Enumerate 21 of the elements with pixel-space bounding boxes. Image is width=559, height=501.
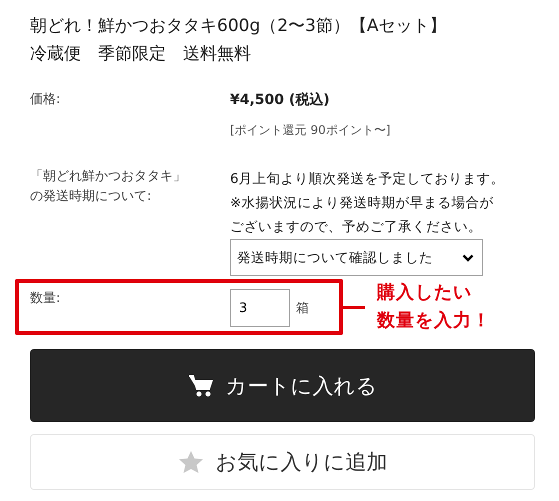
add-to-cart-button[interactable]: カートに入れる <box>30 349 535 422</box>
product-title: 冷蔵便 季節限定 送料無料 <box>30 43 252 66</box>
points-text: [ポイント還元 90ポイント〜] <box>230 122 392 139</box>
shipping-label: の発送時期について: <box>30 189 152 204</box>
price-value: ¥4,500 (税込) <box>230 91 331 110</box>
callout-text: 購入したい <box>377 282 472 303</box>
shipping-select[interactable]: 発送時期について確認しました <box>230 239 483 276</box>
callout-text: 数量を入力！ <box>377 310 491 331</box>
chevron-down-icon <box>462 254 474 262</box>
shipping-note: ※水揚状況により発送時期が早まる場合が <box>230 195 494 211</box>
unit-label: 箱 <box>296 300 309 317</box>
product-title: 朝どれ！鮮かつおタタキ600g（2〜3節）【Aセット】 <box>30 15 448 38</box>
star-icon <box>178 450 204 474</box>
quantity-label: 数量: <box>30 291 60 306</box>
shipping-note: 6月上旬より順次発送を予定しております。 <box>230 171 505 187</box>
price-label: 価格: <box>30 92 60 107</box>
shipping-note: ございますので、予めご了承ください。 <box>230 219 482 235</box>
shipping-label: 「朝どれ鮮かつおタタキ」 <box>30 169 186 184</box>
cart-icon <box>188 374 214 398</box>
favorite-button[interactable]: お気に入りに追加 <box>30 434 535 490</box>
quantity-input[interactable]: 3 <box>230 289 290 327</box>
